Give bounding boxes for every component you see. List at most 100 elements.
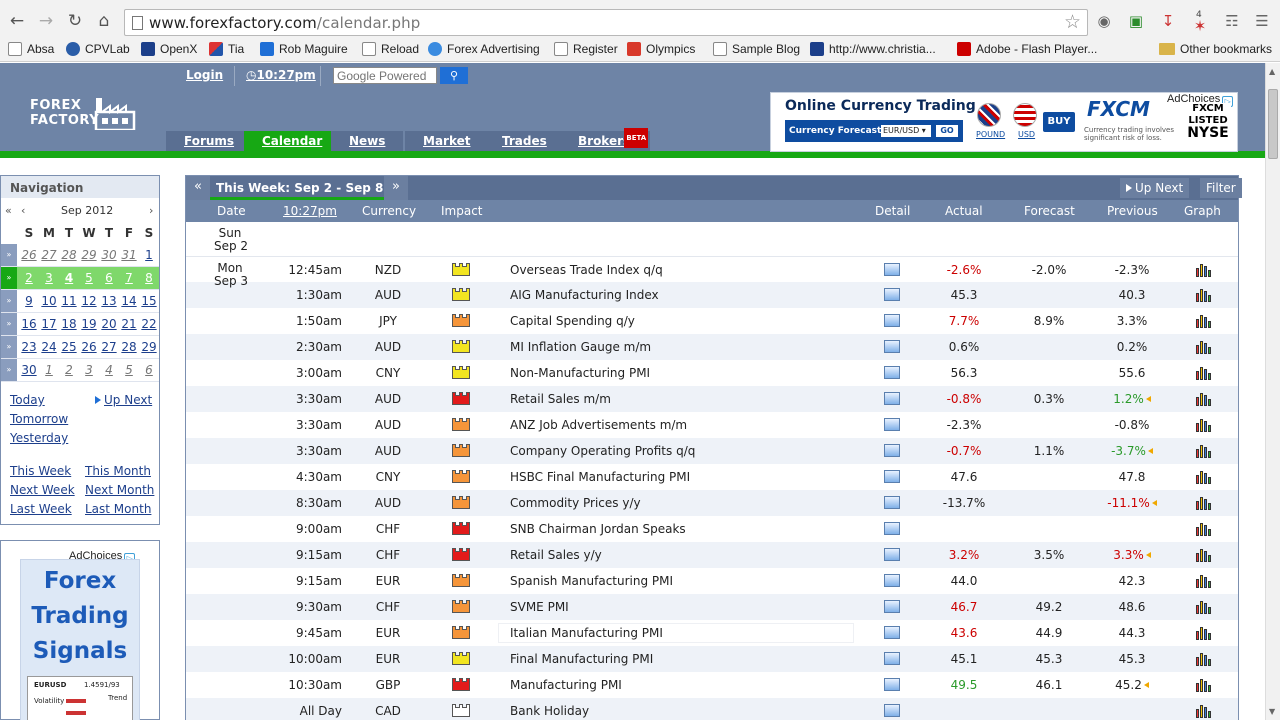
login-link[interactable]: Login: [186, 68, 223, 86]
detail-folder-icon[interactable]: [884, 522, 900, 535]
prev-week-icon[interactable]: «: [186, 176, 210, 200]
prev-year-icon[interactable]: «: [5, 204, 12, 217]
event-title[interactable]: AIG Manufacturing Index: [510, 288, 659, 302]
event-row[interactable]: All Day CAD Bank Holiday: [186, 698, 1238, 720]
bookmark-register[interactable]: Register: [554, 42, 618, 56]
scroll-down-icon[interactable]: ▼: [1269, 707, 1275, 716]
back-arrow-icon[interactable]: ←: [6, 10, 28, 32]
calendar-day[interactable]: 14: [119, 290, 139, 312]
graph-icon[interactable]: [1196, 495, 1212, 510]
week-select-icon[interactable]: »: [1, 244, 17, 266]
bookmark-cpvlab[interactable]: CPVLab: [66, 42, 130, 56]
tab-forums[interactable]: Forums: [166, 131, 253, 151]
fxcm-banner-ad[interactable]: AdChoices ▷ Online Currency Trading Curre…: [770, 92, 1238, 152]
forex-signals-ad[interactable]: AdChoices▷ Forex Trading Signals EURUSD …: [0, 540, 160, 720]
calendar-day[interactable]: 19: [79, 313, 99, 335]
this-week-link[interactable]: This Week: [10, 464, 71, 478]
wrench-icon[interactable]: ☰: [1252, 11, 1272, 31]
calendar-day[interactable]: 21: [119, 313, 139, 335]
scroll-up-icon[interactable]: ▲: [1269, 67, 1275, 76]
graph-icon[interactable]: [1196, 521, 1212, 536]
event-row[interactable]: 9:00am CHF SNB Chairman Jordan Speaks: [186, 516, 1238, 542]
graph-icon[interactable]: [1196, 287, 1212, 302]
event-row[interactable]: 12:45am NZD Overseas Trade Index q/q -2.…: [186, 256, 1238, 282]
calendar-day[interactable]: 27: [39, 244, 59, 266]
pair-select[interactable]: EUR/USD ▾: [881, 125, 931, 137]
event-row[interactable]: 3:30am AUD Company Operating Profits q/q…: [186, 438, 1238, 464]
calendar-day[interactable]: 28: [59, 244, 79, 266]
bookmark-reload[interactable]: Reload: [362, 42, 419, 56]
event-title[interactable]: ANZ Job Advertisements m/m: [510, 418, 687, 432]
detail-folder-icon[interactable]: [884, 548, 900, 561]
event-title[interactable]: Retail Sales y/y: [510, 548, 602, 562]
graph-icon[interactable]: [1196, 262, 1212, 277]
event-row[interactable]: 10:30am GBP Manufacturing PMI 49.5 46.1 …: [186, 672, 1238, 698]
week-select-icon[interactable]: »: [1, 267, 17, 289]
graph-icon[interactable]: [1196, 547, 1212, 562]
event-row[interactable]: 8:30am AUD Commodity Prices y/y -13.7% -…: [186, 490, 1238, 516]
detail-folder-icon[interactable]: [884, 288, 900, 301]
calendar-day[interactable]: 7: [119, 267, 139, 289]
graph-icon[interactable]: [1196, 703, 1212, 718]
graph-icon[interactable]: [1196, 365, 1212, 380]
filter-button[interactable]: Filter ▾: [1200, 178, 1242, 215]
week-select-icon[interactable]: »: [1, 313, 17, 335]
home-icon[interactable]: ⌂: [93, 10, 115, 32]
detail-folder-icon[interactable]: [884, 366, 900, 379]
forex-factory-logo[interactable]: FOREX FACTORY: [30, 96, 136, 130]
bookmark-forex-advertising[interactable]: Forex Advertising: [428, 42, 540, 56]
bookmark-christia[interactable]: http://www.christia...: [810, 42, 936, 56]
calendar-day[interactable]: 4: [99, 359, 119, 381]
address-bar[interactable]: www.forexfactory.com/calendar.php ☆: [124, 9, 1088, 36]
calendar-day[interactable]: 18: [59, 313, 79, 335]
header-clock[interactable]: ◷10:27pm: [246, 68, 316, 86]
graph-icon[interactable]: [1196, 339, 1212, 354]
puzzle-extension-icon[interactable]: ☶: [1222, 11, 1242, 31]
tab-news[interactable]: News: [331, 131, 404, 151]
event-title[interactable]: Commodity Prices y/y: [510, 496, 641, 510]
bookmark-rob-maguire[interactable]: Rob Maguire: [260, 42, 348, 56]
graph-icon[interactable]: [1196, 573, 1212, 588]
event-row[interactable]: 10:00am EUR Final Manufacturing PMI 45.1…: [186, 646, 1238, 672]
next-week-link[interactable]: Next Week: [10, 483, 75, 497]
detail-folder-icon[interactable]: [884, 418, 900, 431]
detail-folder-icon[interactable]: [884, 626, 900, 639]
tomorrow-link[interactable]: Tomorrow: [10, 412, 68, 426]
this-month-link[interactable]: This Month: [85, 464, 151, 478]
calendar-day[interactable]: 6: [139, 359, 159, 381]
event-title[interactable]: Manufacturing PMI: [510, 678, 622, 692]
calendar-day[interactable]: 22: [139, 313, 159, 335]
graph-icon[interactable]: [1196, 469, 1212, 484]
event-row[interactable]: 9:15am CHF Retail Sales y/y 3.2% 3.5% 3.…: [186, 542, 1238, 568]
bookmark-absa[interactable]: Absa: [8, 42, 54, 56]
graph-icon[interactable]: [1196, 443, 1212, 458]
bookmark-openx[interactable]: OpenX: [141, 42, 197, 56]
other-bookmarks[interactable]: Other bookmarks: [1159, 42, 1272, 56]
calendar-day[interactable]: 31: [119, 244, 139, 266]
calendar-day[interactable]: 6: [99, 267, 119, 289]
calendar-day[interactable]: 10: [39, 290, 59, 312]
graph-icon[interactable]: [1196, 677, 1212, 692]
event-row[interactable]: 4:30am CNY HSBC Final Manufacturing PMI …: [186, 464, 1238, 490]
tab-brokers[interactable]: Brokers BETA: [560, 128, 651, 151]
graph-icon[interactable]: [1196, 625, 1212, 640]
event-title[interactable]: SVME PMI: [510, 600, 569, 614]
event-row[interactable]: 9:15am EUR Spanish Manufacturing PMI 44.…: [186, 568, 1238, 594]
search-input[interactable]: [333, 67, 437, 84]
detail-folder-icon[interactable]: [884, 704, 900, 717]
calendar-day[interactable]: 8: [139, 267, 159, 289]
detail-folder-icon[interactable]: [884, 314, 900, 327]
tab-market[interactable]: Market: [405, 131, 489, 151]
graph-icon[interactable]: [1196, 391, 1212, 406]
up-next-button[interactable]: Up Next: [1120, 178, 1190, 198]
search-button[interactable]: ⚲: [440, 67, 468, 84]
detail-folder-icon[interactable]: [884, 574, 900, 587]
week-title[interactable]: This Week: Sep 2 - Sep 8: [210, 176, 390, 200]
calendar-day[interactable]: 2: [59, 359, 79, 381]
last-month-link[interactable]: Last Month: [85, 502, 151, 516]
calendar-day[interactable]: 12: [79, 290, 99, 312]
calendar-day[interactable]: 29: [139, 336, 159, 358]
up-next-link[interactable]: Up Next: [95, 393, 152, 407]
forward-arrow-icon[interactable]: →: [35, 10, 57, 32]
go-button[interactable]: GO: [936, 125, 958, 137]
